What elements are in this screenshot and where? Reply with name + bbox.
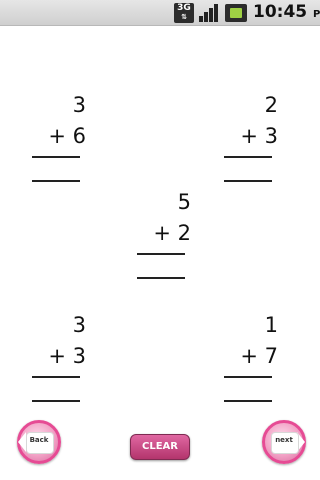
problem-addend: + 2 xyxy=(153,221,191,245)
status-bar: 3G ⇅ 10:45 PM xyxy=(0,0,320,26)
problem-top-number: 3 xyxy=(72,313,86,337)
answer-line[interactable] xyxy=(32,400,80,402)
signal-strength-icon xyxy=(199,4,218,22)
clear-button-label: CLEAR xyxy=(142,441,178,452)
answer-line xyxy=(224,156,272,158)
problem-addend: + 3 xyxy=(48,344,86,368)
next-button[interactable]: next xyxy=(262,420,306,464)
status-time: 10:45 PM xyxy=(253,2,320,22)
problem-addend: + 7 xyxy=(240,344,278,368)
back-button-label: Back xyxy=(29,436,49,444)
answer-line[interactable] xyxy=(137,277,185,279)
answer-line[interactable] xyxy=(224,180,272,182)
problem-top-number: 2 xyxy=(264,93,278,117)
answer-line xyxy=(32,156,80,158)
problem-top-number: 1 xyxy=(264,313,278,337)
clear-button[interactable]: CLEAR xyxy=(130,434,190,460)
answer-line xyxy=(137,253,185,255)
answer-line[interactable] xyxy=(32,180,80,182)
time-value: 10:45 xyxy=(253,2,308,22)
battery-icon xyxy=(225,4,247,22)
problem-addend: + 6 xyxy=(48,124,86,148)
network-3g-icon: 3G ⇅ xyxy=(174,3,194,23)
network-label: 3G xyxy=(177,3,191,13)
answer-line[interactable] xyxy=(224,400,272,402)
time-ampm: PM xyxy=(313,9,320,20)
answer-line xyxy=(32,376,80,378)
problem-top-number: 3 xyxy=(72,93,86,117)
back-button[interactable]: Back xyxy=(17,420,61,464)
problem-top-number: 5 xyxy=(177,190,191,214)
answer-line xyxy=(224,376,272,378)
next-button-label: next xyxy=(275,436,293,444)
problem-addend: + 3 xyxy=(240,124,278,148)
